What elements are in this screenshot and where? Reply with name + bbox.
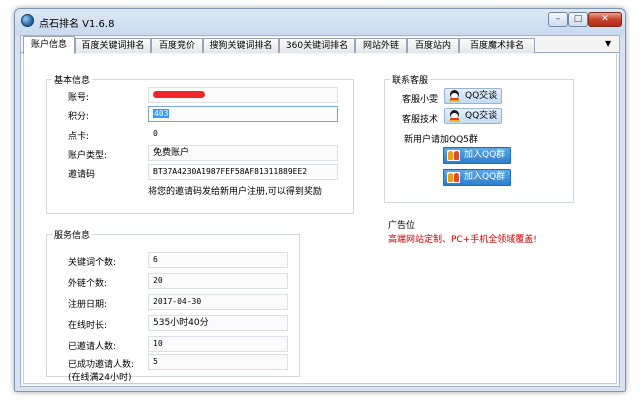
join-qq-group-label-1: 加入QQ群: [464, 150, 506, 160]
client-area: 账户信息 百度关键词排名 百度竞价 搜狗关键词排名 360关键词排名 网站外链 …: [20, 35, 620, 387]
tech-support-label: 客服技术: [402, 115, 439, 125]
tab-external-links[interactable]: 网站外链: [355, 38, 407, 53]
account-label: 账号:: [68, 93, 90, 103]
tech-qq-chat-label: QQ交谈: [465, 111, 498, 121]
tech-qq-chat-button[interactable]: QQ交谈: [444, 108, 503, 124]
link-count-label: 外链个数:: [68, 279, 108, 289]
invite-code-label: 邀请码: [68, 170, 96, 180]
keyword-count-field[interactable]: 6: [148, 252, 288, 268]
group-note: 新用户请加QQ5群: [404, 135, 478, 145]
join-qq-group-button-2[interactable]: 加入QQ群: [443, 169, 512, 186]
sales-qq-chat-button[interactable]: QQ交谈: [444, 88, 503, 104]
qq-group-icon: [447, 172, 460, 183]
invited-count-label: 已邀请人数:: [68, 342, 117, 352]
account-info-page: 基本信息 账号: 积分: 403 点卡: 0 账户类型: 免费账户 邀请码 BT…: [23, 54, 617, 384]
close-button[interactable]: ✕: [588, 12, 622, 27]
qq-penguin-icon: [448, 90, 461, 102]
sales-qq-chat-label: QQ交谈: [465, 91, 498, 101]
success-invite-field[interactable]: 5: [148, 354, 288, 370]
contact-title: 联系客服: [390, 73, 431, 86]
success-invite-note: (在线满24小时): [68, 373, 132, 383]
points-value: 403: [153, 109, 170, 118]
tab-account-info[interactable]: 账户信息: [23, 36, 75, 54]
account-type-label: 账户类型:: [68, 151, 108, 161]
points-field[interactable]: 403: [148, 106, 338, 122]
card-label: 点卡:: [68, 132, 90, 142]
account-field[interactable]: [148, 87, 338, 103]
link-count-field[interactable]: 20: [148, 273, 288, 289]
app-window: 点石排名 V1.6.8 – □ ✕ 账户信息 百度关键词排名 百度竞价 搜狗关键…: [14, 8, 626, 392]
tab-baidu-keyword-rank[interactable]: 百度关键词排名: [75, 38, 151, 53]
join-qq-group-label-2: 加入QQ群: [464, 172, 506, 182]
qq-penguin-icon: [448, 110, 461, 122]
tab-overflow-arrow-icon[interactable]: ▼: [605, 39, 611, 48]
online-time-label: 在线时长:: [68, 321, 108, 331]
card-field[interactable]: 0: [148, 126, 338, 142]
minimize-button[interactable]: –: [548, 12, 568, 27]
tab-baidu-bidding[interactable]: 百度竞价: [151, 38, 203, 53]
service-info-title: 服务信息: [52, 228, 93, 241]
invited-count-field[interactable]: 10: [148, 336, 288, 352]
maximize-button[interactable]: □: [568, 12, 588, 27]
tab-strip: 账户信息 百度关键词排名 百度竞价 搜狗关键词排名 360关键词排名 网站外链 …: [21, 36, 619, 54]
title-bar[interactable]: 点石排名 V1.6.8 – □ ✕: [15, 9, 625, 33]
app-logo-icon: [21, 14, 34, 27]
basic-info-title: 基本信息: [52, 73, 93, 86]
tab-360-keyword-rank[interactable]: 360关键词排名: [279, 38, 355, 53]
account-type-field[interactable]: 免费账户: [148, 145, 338, 161]
join-qq-group-button-1[interactable]: 加入QQ群: [443, 147, 512, 164]
invite-code-field[interactable]: BT37A4230A1987FEF58AF81311889EE2: [148, 164, 338, 180]
keyword-count-label: 关键词个数:: [68, 258, 117, 268]
invite-note: 将您的邀请码发给新用户注册,可以得到奖励: [148, 187, 322, 197]
register-date-label: 注册日期:: [68, 300, 108, 310]
register-date-field[interactable]: 2017-04-30: [148, 294, 288, 310]
window-title: 点石排名 V1.6.8: [39, 19, 115, 30]
online-time-field[interactable]: 535小时40分: [148, 315, 288, 331]
redaction-mark: [153, 91, 205, 98]
qq-group-icon: [447, 150, 460, 161]
success-invite-label: 已成功邀请人数:: [68, 360, 135, 370]
sales-support-label: 客服小雯: [402, 95, 439, 105]
ad-text-link[interactable]: 高端网站定制、PC+手机全领域覆盖!: [388, 232, 537, 245]
ad-title: 广告位: [388, 221, 416, 231]
tab-baidu-magic-rank[interactable]: 百度魔术排名: [459, 38, 535, 53]
tab-baidu-onsite[interactable]: 百度站内: [407, 38, 459, 53]
tab-sogou-keyword-rank[interactable]: 搜狗关键词排名: [203, 38, 279, 53]
points-label: 积分:: [68, 112, 90, 122]
